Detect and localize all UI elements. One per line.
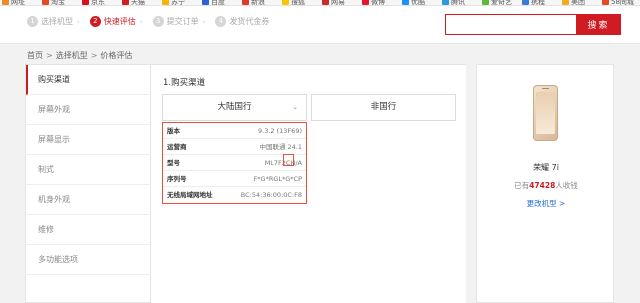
info-row-version: 版本 9.3.2 (13F69) xyxy=(163,123,306,139)
sidebar-item-purchase-channel[interactable]: 购买渠道 xyxy=(26,65,150,95)
sidebar-item-screen-appearance[interactable]: 屏幕外观 xyxy=(26,95,150,125)
step-label: 快速评估 xyxy=(103,17,136,26)
step-label: 提交订单 xyxy=(166,17,199,26)
bookmark-favicon-icon xyxy=(242,0,249,5)
sidebar: 购买渠道 屏幕外观 屏幕显示 制式 机身外观 维修 多功能选项 xyxy=(25,64,151,303)
bookmark-favicon-icon xyxy=(442,0,449,5)
info-row-carrier: 运营商 中国联通 24.1 xyxy=(163,139,306,155)
bookmark-favicon-icon xyxy=(202,0,209,5)
breadcrumb-separator: > xyxy=(46,51,53,60)
region-option-label: 非国行 xyxy=(370,102,397,112)
info-key: 型号 xyxy=(167,159,180,167)
step-number: 2 xyxy=(89,16,101,27)
model-region-highlight xyxy=(283,154,294,166)
product-name: 荣耀 7i xyxy=(533,163,559,172)
phone-image xyxy=(533,85,558,141)
chevron-right-icon: › xyxy=(139,17,143,26)
bookmark-favicon-icon xyxy=(522,0,529,5)
device-info-panel: 版本 9.3.2 (13F69) 运营商 中国联通 24.1 型号 ML7F2C… xyxy=(162,122,307,204)
breadcrumb-current: 价格评估 xyxy=(100,51,133,60)
sidebar-item-screen-display[interactable]: 屏幕显示 xyxy=(26,125,150,155)
bookmark-favicon-icon xyxy=(322,0,329,5)
info-row-wifi-address: 无线局域网地址 BC:54:36:00:0C:F8 xyxy=(163,187,306,203)
bookmark-favicon-icon xyxy=(162,0,169,5)
header: 1 选择机型 › 2 快速评估 › 3 提交订单 › 4 发货代金券 搜索 xyxy=(0,6,640,44)
bookmark-favicon-icon xyxy=(602,0,609,5)
sidebar-item-multifunction[interactable]: 多功能选项 xyxy=(26,245,150,275)
step-label: 选择机型 xyxy=(41,17,73,26)
region-option-label: 大陆国行 xyxy=(217,102,252,112)
step-number: 3 xyxy=(152,16,164,27)
info-row-serial: 序列号 F*G*RGL*G*CP xyxy=(163,171,306,187)
bookmark-favicon-icon xyxy=(282,0,289,5)
info-key: 版本 xyxy=(167,127,180,135)
search-button[interactable]: 搜索 xyxy=(576,14,621,35)
speaker-icon xyxy=(542,88,549,89)
step-number: 1 xyxy=(27,16,38,27)
sold-count-suffix: 人收钱 xyxy=(555,181,578,190)
step-3: 3 提交订单 › xyxy=(152,16,206,27)
sidebar-item-body-appearance[interactable]: 机身外观 xyxy=(26,185,150,215)
change-model-link[interactable]: 更改机型 > xyxy=(477,198,615,209)
sidebar-item-network-standard[interactable]: 制式 xyxy=(26,155,150,185)
bookmark-favicon-icon xyxy=(482,0,489,5)
progress-steps: 1 选择机型 › 2 快速评估 › 3 提交订单 › 4 发货代金券 xyxy=(27,16,279,27)
info-value: 中国联通 24.1 xyxy=(259,143,302,151)
info-key: 序列号 xyxy=(167,175,187,183)
chevron-right-icon: › xyxy=(77,17,80,26)
phone-screen xyxy=(536,92,555,134)
main-panel: 1.购买渠道 大陆国行 ⌄ 非国行 版本 9.3.2 (13F69) 运营商 中… xyxy=(151,64,466,303)
bookmark-favicon-icon xyxy=(362,0,369,5)
sidebar-item-repair[interactable]: 维修 xyxy=(26,215,150,245)
bookmark-favicon-icon xyxy=(122,0,129,5)
info-value: BC:54:36:00:0C:F8 xyxy=(240,191,302,199)
bookmark-favicon-icon xyxy=(402,0,409,5)
info-value: 9.3.2 (13F69) xyxy=(258,127,302,135)
breadcrumb: 首页 > 选择机型 > 价格评估 xyxy=(27,50,132,61)
bookmark-favicon-icon xyxy=(82,0,89,5)
search-bar: 搜索 xyxy=(445,14,621,35)
region-option-non-mainland[interactable]: 非国行 xyxy=(311,94,456,121)
search-input[interactable] xyxy=(445,14,576,35)
step-2: 2 快速评估 › xyxy=(89,16,143,27)
step-1: 1 选择机型 › xyxy=(27,16,80,27)
chevron-down-icon: ⌄ xyxy=(292,103,298,111)
chevron-right-icon: › xyxy=(202,17,206,26)
step-label: 发货代金券 xyxy=(229,17,270,26)
product-card: 荣耀 7i 已有47428人收钱 更改机型 > xyxy=(476,64,614,303)
info-key: 无线局域网地址 xyxy=(167,191,213,199)
region-option-mainland[interactable]: 大陆国行 ⌄ xyxy=(162,94,307,121)
section-title: 1.购买渠道 xyxy=(163,78,206,88)
breadcrumb-separator: > xyxy=(90,51,98,60)
breadcrumb-home[interactable]: 首页 xyxy=(27,50,43,61)
sold-count-number: 47428 xyxy=(529,181,556,190)
breadcrumb-model[interactable]: 选择机型 xyxy=(56,50,88,61)
step-number: 4 xyxy=(215,16,227,27)
bookmark-favicon-icon xyxy=(562,0,569,5)
sold-count-prefix: 已有 xyxy=(514,181,530,190)
info-key: 运营商 xyxy=(167,143,187,151)
bookmark-favicon-icon xyxy=(2,0,9,5)
info-value: F*G*RGL*G*CP xyxy=(253,175,302,183)
bookmark-favicon-icon xyxy=(42,0,49,5)
sold-count: 已有47428人收钱 xyxy=(477,180,615,191)
step-4: 4 发货代金券 xyxy=(215,16,269,27)
